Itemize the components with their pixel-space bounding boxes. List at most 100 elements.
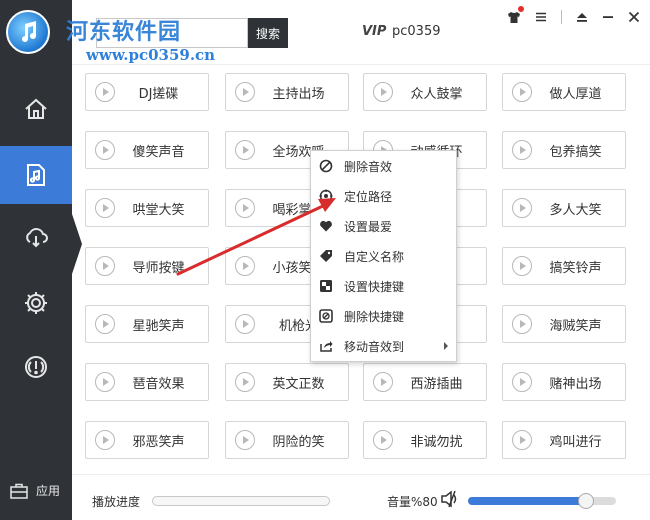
sound-effect-button[interactable]: 琶音效果 [85,363,209,401]
forbidden-icon [319,159,333,173]
close-icon [628,11,640,23]
context-menu-item[interactable]: 自定义名称 [311,241,456,271]
sound-effect-label: 包养搞笑 [549,144,602,160]
context-menu-item[interactable]: 删除音效 [311,151,456,181]
sound-effect-button[interactable]: 做人厚道 [502,73,626,111]
app-logo [0,0,72,64]
sound-effect-label: 傻笑声音 [132,144,185,160]
play-icon[interactable] [235,430,255,450]
sound-effect-button[interactable]: 英文正数 [225,363,349,401]
context-menu-label: 移动音效到 [344,339,405,354]
play-icon[interactable] [95,140,115,160]
sound-effect-button[interactable]: 鸡叫进行 [502,421,626,459]
bottom-bar: 播放进度 音量%80 [72,474,650,520]
sound-effect-label: 英文正数 [272,376,325,392]
sound-effect-label: 邪恶笑声 [132,434,185,450]
context-menu-label: 设置最爱 [344,219,393,234]
play-icon[interactable] [95,198,115,218]
minimize-button[interactable] [602,8,614,26]
context-menu-label: 自定义名称 [344,249,405,264]
gear-icon [25,292,47,314]
play-icon[interactable] [235,256,255,276]
sound-effect-button[interactable]: 众人鼓掌 [363,73,487,111]
sound-effect-button[interactable]: 主持出场 [225,73,349,111]
play-icon[interactable] [235,140,255,160]
sound-effect-label: 非诚勿扰 [410,434,463,450]
play-icon[interactable] [235,82,255,102]
play-icon[interactable] [95,314,115,334]
sound-effect-button[interactable]: 邪恶笑声 [85,421,209,459]
sound-effect-label: DJ搓碟 [138,86,179,102]
sidebar-item-cloud[interactable] [0,208,72,266]
home-icon [25,98,47,119]
play-icon[interactable] [512,430,532,450]
play-icon[interactable] [512,314,532,334]
play-icon[interactable] [235,314,255,334]
play-icon[interactable] [512,256,532,276]
context-menu-item[interactable]: 设置快捷键 [311,271,456,301]
sound-effect-button[interactable]: 导师按键 [85,247,209,285]
window-controls [507,6,640,26]
close-button[interactable] [628,8,640,26]
play-icon[interactable] [95,256,115,276]
sound-effect-button[interactable]: 搞笑铃声 [502,247,626,285]
shortcut-icon [319,279,333,293]
play-icon[interactable] [95,372,115,392]
play-icon[interactable] [512,82,532,102]
play-icon[interactable] [512,140,532,160]
sidebar-item-about[interactable] [0,338,72,396]
sidebar-item-sound-effects[interactable] [0,146,72,204]
apps-button[interactable]: 应用 [10,482,60,499]
mini-mode-button[interactable] [576,8,588,26]
submenu-arrow-icon [444,342,448,350]
sound-effect-button[interactable]: 西游插曲 [363,363,487,401]
logo-icon [6,10,50,54]
sidebar-item-home[interactable] [0,80,72,138]
context-menu-item[interactable]: 设置最爱 [311,211,456,241]
play-icon[interactable] [373,430,393,450]
sidebar-item-settings[interactable] [0,274,72,332]
sound-effect-label: 众人鼓掌 [410,86,463,102]
play-icon[interactable] [95,430,115,450]
volume-knob[interactable] [578,493,595,509]
sound-effect-label: 赌神出场 [549,376,602,392]
sound-effect-button[interactable]: 傻笑声音 [85,131,209,169]
sound-effect-button[interactable]: 海贼笑声 [502,305,626,343]
play-icon[interactable] [373,82,393,102]
play-icon[interactable] [512,198,532,218]
context-menu-label: 定位路径 [344,189,393,204]
locate-icon [319,189,333,203]
play-icon[interactable] [373,372,393,392]
context-menu-item[interactable]: 移动音效到 [311,331,456,361]
vip-badge: VIP [362,24,387,39]
sound-effect-button[interactable]: 多人大笑 [502,189,626,227]
volume-slider[interactable] [468,493,616,509]
sound-effect-label: 主持出场 [272,86,325,102]
sound-effect-button[interactable]: 哄堂大笑 [85,189,209,227]
sound-effect-button[interactable]: 非诚勿扰 [363,421,487,459]
sound-effect-button[interactable]: 星驰笑声 [85,305,209,343]
play-icon[interactable] [235,198,255,218]
play-icon[interactable] [235,372,255,392]
progress-bar[interactable] [152,496,330,506]
play-icon[interactable] [512,372,532,392]
context-menu-item[interactable]: 定位路径 [311,181,456,211]
sound-effect-button[interactable]: 包养搞笑 [502,131,626,169]
toolbox-icon [10,483,28,499]
volume-icon[interactable] [440,489,460,509]
volume-label: 音量%80 [387,495,438,509]
sound-effect-label: 星驰笑声 [132,318,185,334]
music-file-icon [27,164,45,186]
context-menu-item[interactable]: 删除快捷键 [311,301,456,331]
context-menu-label: 删除快捷键 [344,309,405,324]
watermark-site-name: 河东软件园 [66,19,182,45]
menu-button[interactable] [535,8,547,26]
search-button[interactable]: 搜索 [248,18,288,48]
sound-effect-button[interactable]: 赌神出场 [502,363,626,401]
sound-effect-label: 琶音效果 [132,376,185,392]
username: pc0359 [392,24,441,39]
sound-effect-button[interactable]: 阴险的笑 [225,421,349,459]
play-icon[interactable] [95,82,115,102]
sound-effect-button[interactable]: DJ搓碟 [85,73,209,111]
skin-button[interactable] [507,6,524,26]
